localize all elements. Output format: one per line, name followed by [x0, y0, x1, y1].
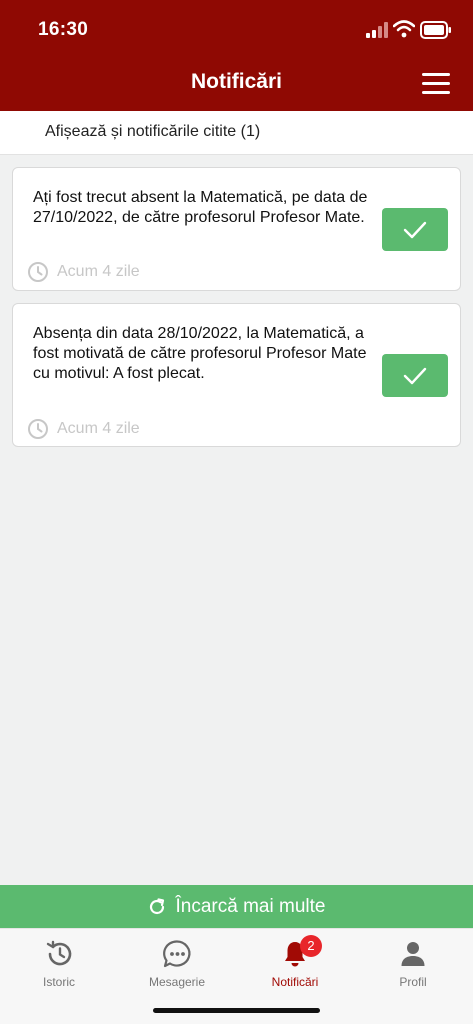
cellular-signal-icon	[366, 22, 388, 38]
tab-label: Notificări	[271, 975, 319, 989]
tab-mesagerie[interactable]: Mesagerie	[118, 935, 236, 993]
notification-time: Acum 4 zile	[57, 420, 140, 437]
load-more-button[interactable]: Încarcă mai multe	[0, 885, 473, 928]
tab-notificari[interactable]: 2 Notificări	[236, 935, 354, 993]
notification-card: Ați fost trecut absent la Matematică, pe…	[12, 167, 461, 291]
clock-icon	[28, 419, 48, 439]
notification-time: Acum 4 zile	[57, 263, 140, 280]
notification-meta: Acum 4 zile	[27, 261, 140, 283]
mark-read-button[interactable]	[382, 354, 448, 397]
refresh-icon	[149, 897, 164, 914]
notification-card: Absența din data 28/10/2022, la Matemati…	[12, 303, 461, 447]
page-title: Notificări	[190, 70, 282, 93]
app-header: 16:30 Notificări	[0, 0, 473, 111]
show-read-label: Afișează și notificările citite (1)	[45, 123, 261, 140]
load-more-label: Încarcă mai multe	[175, 895, 326, 917]
notification-badge: 2	[300, 935, 322, 957]
user-icon	[401, 942, 425, 966]
tab-label: Profil	[399, 975, 427, 989]
hamburger-icon-line	[422, 73, 450, 76]
show-read-toggle[interactable]: Afișează și notificările citite (1)	[0, 111, 473, 155]
mark-read-button[interactable]	[382, 208, 448, 251]
tab-label: Istoric	[42, 975, 75, 989]
hamburger-icon-line	[422, 91, 450, 94]
battery-icon	[420, 21, 451, 39]
status-time: 16:30	[38, 19, 89, 40]
tab-istoric[interactable]: Istoric	[0, 935, 118, 993]
chat-icon	[163, 940, 191, 968]
wifi-icon	[393, 20, 415, 38]
check-icon	[403, 221, 427, 238]
notification-message: Absența din data 28/10/2022, la Matemati…	[33, 325, 367, 382]
hamburger-icon-line	[422, 82, 450, 85]
notification-message: Ați fost trecut absent la Matematică, pe…	[33, 189, 368, 226]
tab-label: Mesagerie	[148, 975, 206, 989]
tab-profil[interactable]: Profil	[354, 935, 472, 993]
check-icon	[403, 367, 427, 384]
clock-icon	[28, 262, 48, 282]
history-icon	[46, 940, 72, 966]
menu-button[interactable]	[420, 71, 452, 97]
notification-meta: Acum 4 zile	[27, 418, 140, 440]
home-indicator	[153, 1008, 320, 1013]
